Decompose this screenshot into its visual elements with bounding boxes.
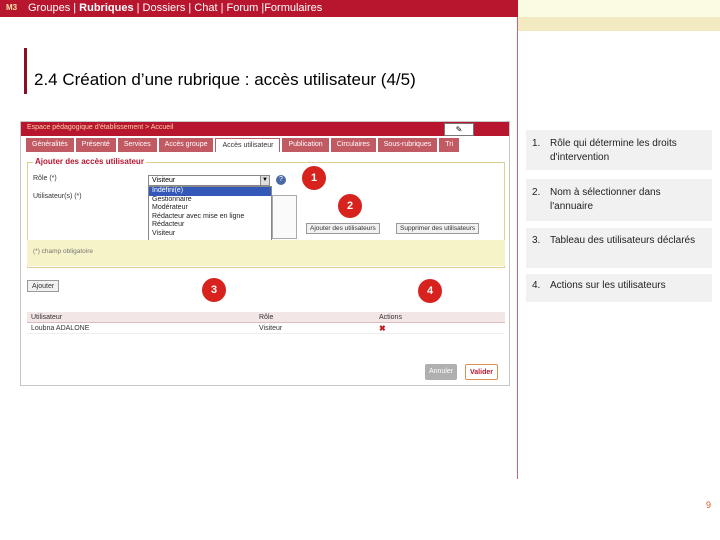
cell-role: Visiteur <box>259 325 283 332</box>
users-table: Utilisateur Rôle Actions Loubna ADALONE … <box>27 312 505 334</box>
table-row: Loubna ADALONE Visiteur ✖ <box>27 323 505 334</box>
callout-badge-2: 2 <box>338 194 362 218</box>
tab-tri[interactable]: Tri <box>439 138 460 152</box>
note-text: Rôle qui détermine les droits d'interven… <box>550 138 677 163</box>
tab-bar: Généralités Présenté Services Accès grou… <box>26 138 460 152</box>
note-text: Nom à sélectionner dans l'annuaire <box>550 187 661 212</box>
users-label: Utilisateur(s) (*) <box>33 193 82 200</box>
role-option[interactable]: Visiteur <box>149 230 271 239</box>
cancel-button[interactable]: Annuler <box>425 364 458 380</box>
nav-item-rubriques[interactable]: Rubriques <box>79 2 133 14</box>
add-button[interactable]: Ajouter <box>27 280 60 292</box>
role-option[interactable]: Modérateur <box>149 204 271 213</box>
validate-button[interactable]: Valider <box>465 364 498 380</box>
callout-badge-4: 4 <box>418 279 442 303</box>
users-listbox[interactable] <box>272 195 297 239</box>
module-label: M3 <box>6 3 18 12</box>
tab-acces-groupe[interactable]: Accès groupe <box>158 138 214 152</box>
top-bar-right <box>518 0 720 17</box>
required-note: (*) champ obligatoire <box>27 240 505 266</box>
note-1: 1. Rôle qui détermine les droits d'inter… <box>526 130 712 170</box>
role-option[interactable]: Rédacteur <box>149 221 271 230</box>
nav-item-groupes[interactable]: Groupes | <box>28 2 76 14</box>
note-number: 2. <box>532 187 541 198</box>
add-users-button[interactable]: Ajouter des utilisateurs <box>306 223 380 234</box>
tab-sous-rubriques[interactable]: Sous-rubriques <box>377 138 438 152</box>
slide: M3 Groupes | Rubriques | Dossiers | Chat… <box>0 0 720 540</box>
header-band <box>518 17 720 31</box>
editor-icon[interactable]: ✎ <box>444 123 474 136</box>
remove-users-button[interactable]: Supprimer des utilisateurs <box>396 223 480 234</box>
role-option[interactable]: Gestionnaire <box>149 196 271 205</box>
note-number: 4. <box>532 280 541 291</box>
tab-circulaires[interactable]: Circulaires <box>330 138 376 152</box>
screenshot-panel: Espace pédagogique d'établissement > Acc… <box>20 121 510 386</box>
delete-x-icon[interactable]: ✖ <box>379 324 386 333</box>
fieldset-legend: Ajouter des accès utilisateur <box>33 157 146 166</box>
app-header: Espace pédagogique d'établissement > Acc… <box>21 122 509 136</box>
note-4: 4. Actions sur les utilisateurs <box>526 274 712 302</box>
note-number: 3. <box>532 235 541 246</box>
nav-item-others[interactable]: | Dossiers | Chat | Forum |Formulaires <box>137 2 323 14</box>
role-select[interactable]: Visiteur ▼ <box>148 175 270 186</box>
role-dropdown: Indéfini(e) Gestionnaire Modérateur Réda… <box>148 186 272 246</box>
help-icon[interactable]: ? <box>276 175 286 185</box>
role-select-value: Visiteur <box>152 177 176 184</box>
dropdown-arrow-icon[interactable]: ▼ <box>260 176 269 185</box>
callout-badge-1: 1 <box>302 166 326 190</box>
note-text: Tableau des utilisateurs déclarés <box>550 235 696 246</box>
tab-generalites[interactable]: Généralités <box>26 138 74 152</box>
col-header-actions: Actions <box>379 314 402 321</box>
role-label: Rôle (*) <box>33 175 57 182</box>
table-header: Utilisateur Rôle Actions <box>27 312 505 323</box>
role-option[interactable]: Rédacteur avec mise en ligne <box>149 213 271 222</box>
tab-presente[interactable]: Présenté <box>75 138 116 152</box>
tab-acces-utilisateur[interactable]: Accès utilisateur <box>215 138 281 152</box>
col-header-user: Utilisateur <box>31 314 63 321</box>
note-2: 2. Nom à sélectionner dans l'annuaire <box>526 179 712 221</box>
note-text: Actions sur les utilisateurs <box>550 280 666 291</box>
title-accent <box>24 48 27 94</box>
callout-badge-3: 3 <box>202 278 226 302</box>
breadcrumb[interactable]: Espace pédagogique d'établissement > Acc… <box>27 124 173 131</box>
col-header-role: Rôle <box>259 314 274 321</box>
top-nav: Groupes | Rubriques | Dossiers | Chat | … <box>28 2 322 14</box>
cell-actions: ✖ <box>375 323 505 333</box>
page-number: 9 <box>706 500 712 510</box>
divider-line <box>517 17 518 479</box>
note-3: 3. Tableau des utilisateurs déclarés <box>526 228 712 268</box>
page-title: 2.4 Création d’une rubrique : accès util… <box>34 70 416 89</box>
note-number: 1. <box>532 138 541 149</box>
tab-services[interactable]: Services <box>117 138 157 152</box>
tab-publication[interactable]: Publication <box>282 138 329 152</box>
role-option[interactable]: Indéfini(e) <box>149 187 271 196</box>
cell-user: Loubna ADALONE <box>31 325 90 332</box>
